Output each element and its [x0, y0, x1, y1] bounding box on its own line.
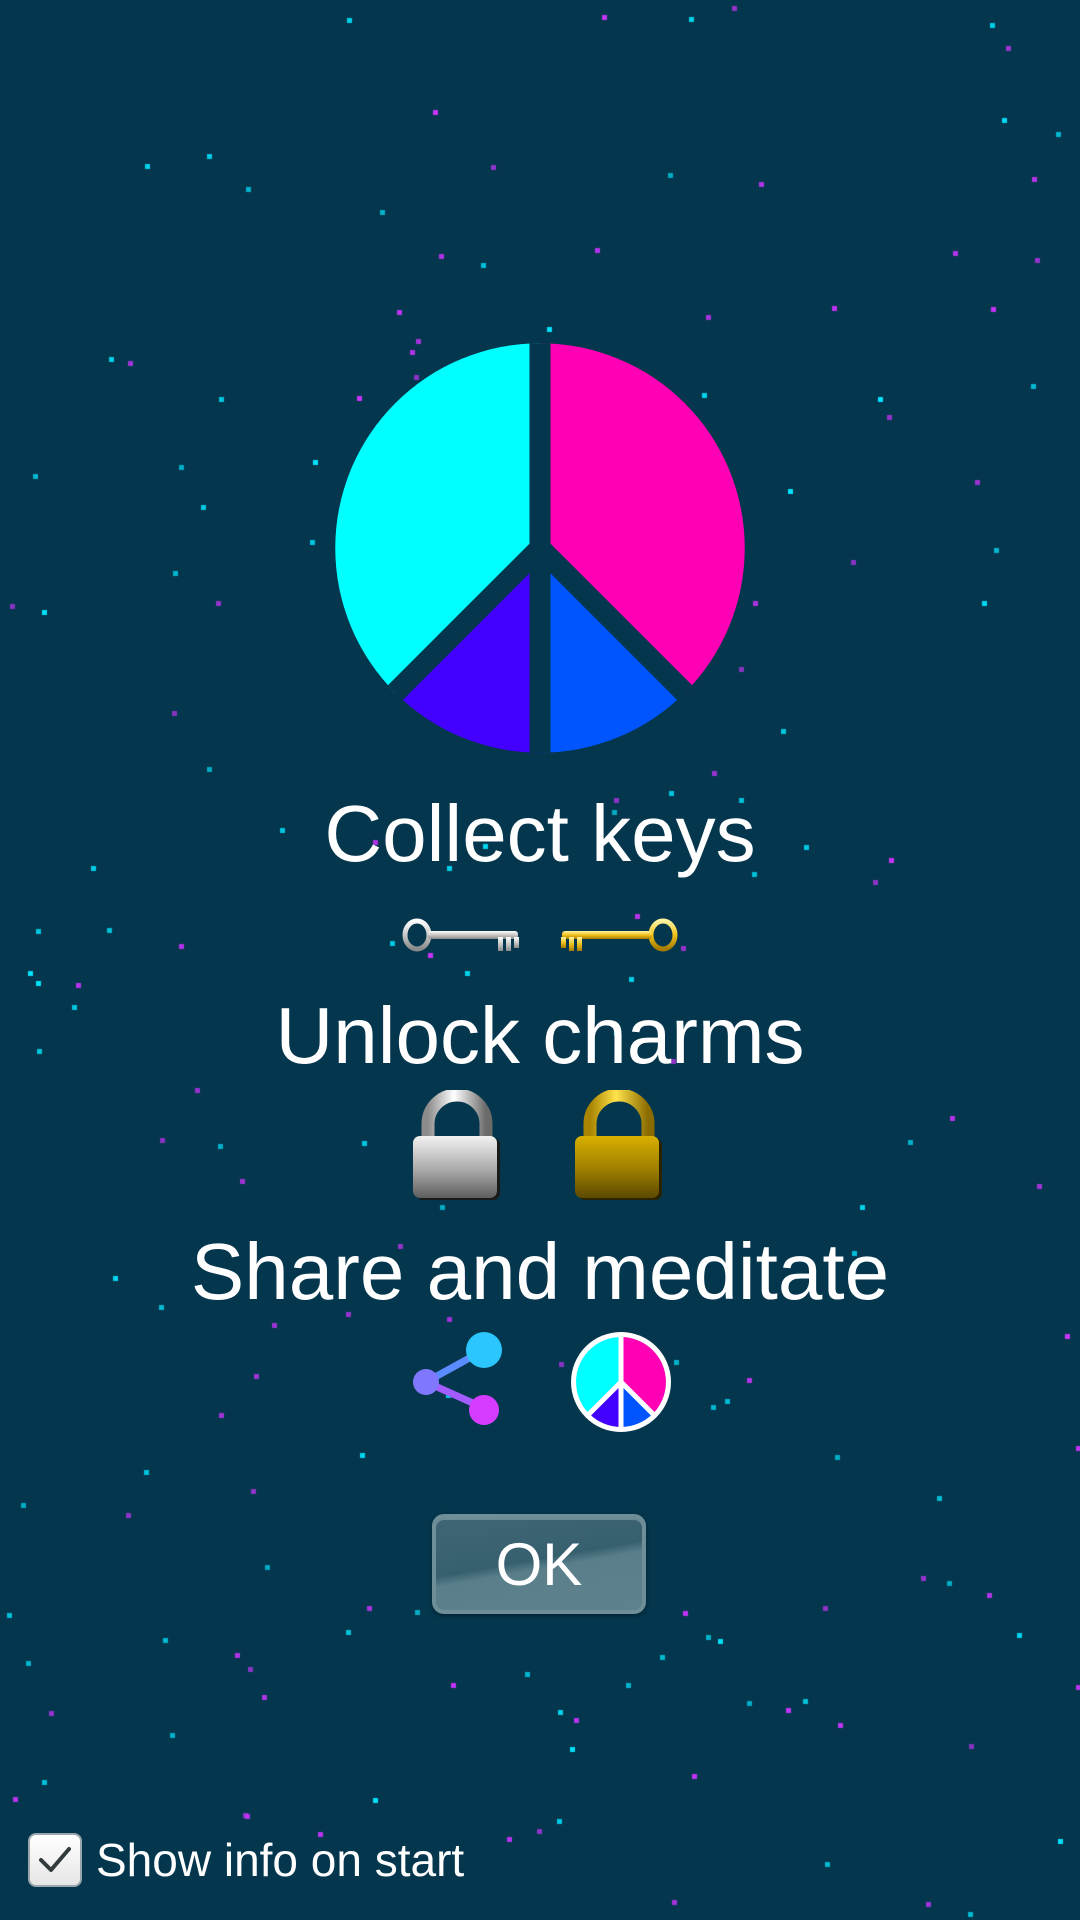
step-collect-keys-title: Collect keys [324, 789, 756, 878]
peace-sign-logo [335, 343, 745, 753]
silver-padlock-icon [413, 1090, 500, 1200]
peace-sign-icon[interactable] [569, 1330, 673, 1434]
checkmark-icon [39, 1847, 71, 1872]
show-info-checkbox[interactable] [28, 1833, 82, 1887]
show-info-on-start-label: Show info on start [96, 1834, 465, 1886]
gold-padlock-icon [575, 1090, 662, 1200]
starfield-background [0, 0, 1080, 1920]
ok-button[interactable]: OK [432, 1514, 646, 1614]
gold-key-icon [561, 918, 678, 952]
share-icon[interactable] [410, 1330, 506, 1426]
silver-key-icon [402, 918, 519, 952]
show-info-on-start-toggle[interactable]: Show info on start [28, 1830, 464, 1890]
step-share-meditate-title: Share and meditate [190, 1227, 890, 1316]
step-unlock-charms-title: Unlock charms [275, 991, 805, 1080]
